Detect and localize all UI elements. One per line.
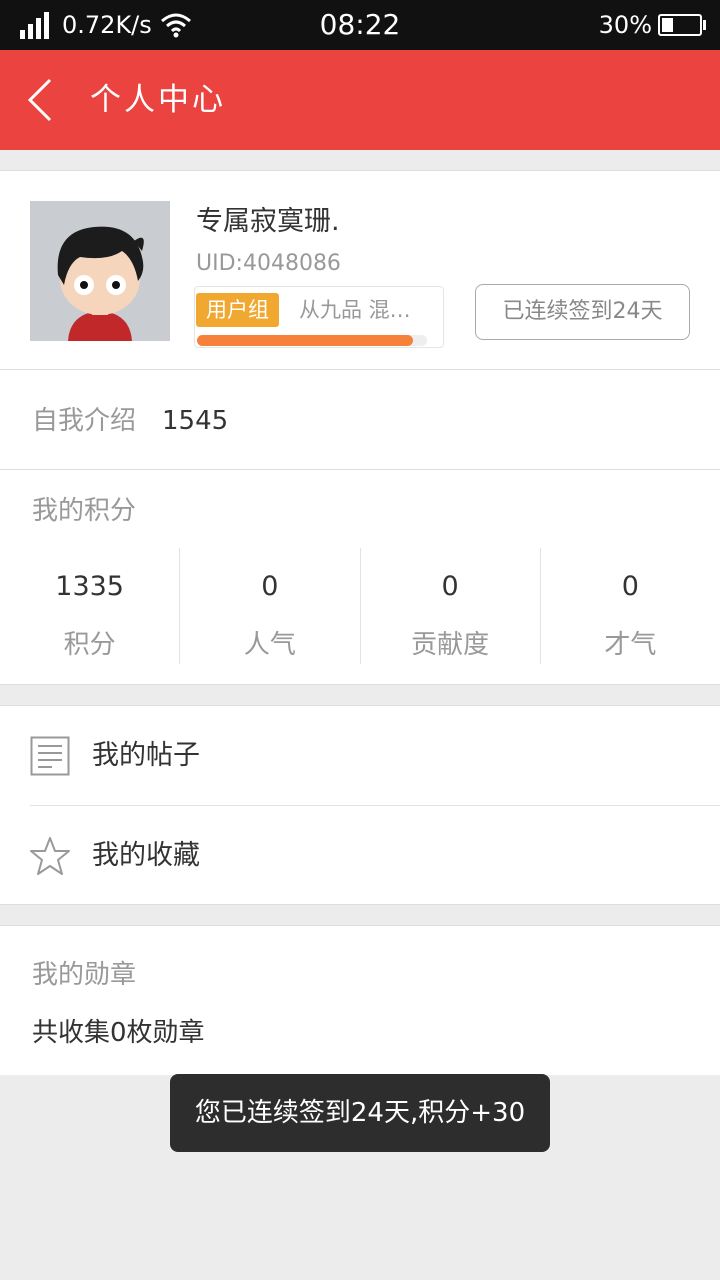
menu-item-label: 我的帖子 xyxy=(92,740,200,771)
back-button[interactable] xyxy=(20,78,64,122)
points-cell-talent[interactable]: 0 才气 xyxy=(539,548,720,664)
self-intro-value: 1545 xyxy=(162,406,229,436)
menu-item-my-posts[interactable]: 我的帖子 xyxy=(0,706,720,806)
medals-title: 我的勋章 xyxy=(32,960,137,990)
self-intro-label: 自我介绍 xyxy=(32,406,137,436)
points-cell-score[interactable]: 1335 积分 xyxy=(0,548,179,664)
document-icon xyxy=(30,736,70,776)
points-value: 0 xyxy=(441,571,459,602)
points-value: 0 xyxy=(261,571,279,602)
page-title: 个人中心 xyxy=(90,82,226,118)
battery-percent: 30% xyxy=(598,11,652,39)
user-group-box: 用户组 从九品 混… xyxy=(194,286,444,348)
user-group-badge: 用户组 xyxy=(196,293,279,327)
points-value: 0 xyxy=(621,571,639,602)
user-group-name: 从九品 混… xyxy=(299,298,411,322)
points-section: 我的积分 1335 积分 0 人气 0 贡献度 0 才气 xyxy=(0,469,720,685)
header-bar: 个人中心 xyxy=(0,50,720,150)
status-bar: 0.72K/s 08:22 30% xyxy=(0,0,720,50)
points-label: 积分 xyxy=(63,630,116,660)
username: 专属寂寞珊. xyxy=(196,206,340,237)
star-icon xyxy=(30,837,70,875)
points-label: 人气 xyxy=(243,630,296,660)
uid-label: UID: xyxy=(196,251,243,276)
checkin-button[interactable]: 已连续签到24天 xyxy=(475,284,690,340)
points-value: 1335 xyxy=(55,571,124,602)
user-id: UID: 4048086 xyxy=(196,249,341,279)
medals-section[interactable]: 我的勋章 共收集0枚勋章 xyxy=(0,925,720,1075)
points-label: 才气 xyxy=(604,630,657,660)
points-title: 我的积分 xyxy=(32,496,137,526)
points-cell-popularity[interactable]: 0 人气 xyxy=(179,548,359,664)
menu-item-my-favorites[interactable]: 我的收藏 xyxy=(0,806,720,906)
menu-item-label: 我的收藏 xyxy=(92,840,200,871)
self-intro-row[interactable]: 自我介绍 1545 xyxy=(0,370,720,470)
profile-card: 专属寂寞珊. UID: 4048086 用户组 从九品 混… 已连续签到24天 xyxy=(0,170,720,370)
medals-summary: 共收集0枚勋章 xyxy=(32,1018,205,1048)
points-cell-contribution[interactable]: 0 贡献度 xyxy=(359,548,540,664)
uid-value: 4048086 xyxy=(242,251,341,276)
level-progress-bar xyxy=(197,335,427,346)
battery-icon xyxy=(658,14,702,36)
points-label: 贡献度 xyxy=(411,630,490,660)
toast-message: 您已连续签到24天,积分+30 xyxy=(170,1074,550,1152)
menu-list: 我的帖子 我的收藏 xyxy=(0,705,720,905)
avatar[interactable] xyxy=(30,201,170,341)
chevron-left-icon xyxy=(27,78,52,122)
points-grid: 1335 积分 0 人气 0 贡献度 0 才气 xyxy=(0,548,720,664)
